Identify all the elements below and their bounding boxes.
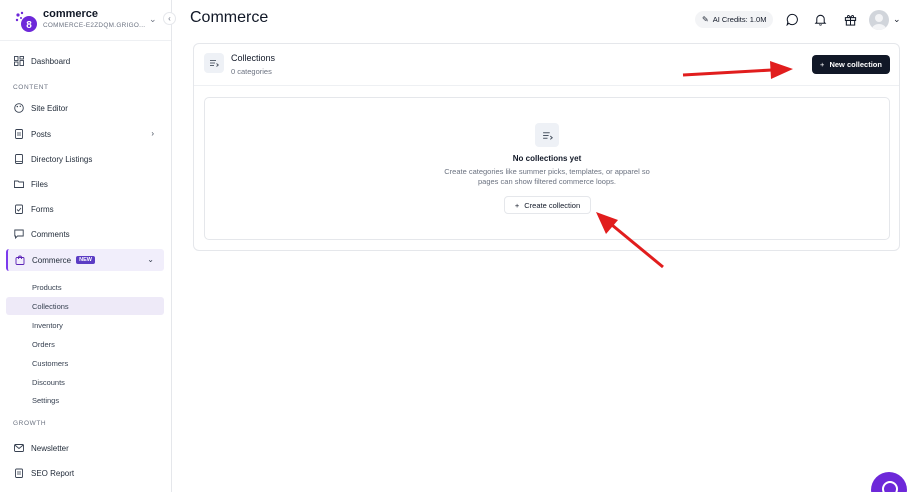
document-icon	[14, 129, 24, 139]
collections-panel: Collections 0 categories + New collectio…	[193, 43, 900, 251]
category-count: 0 categories	[231, 67, 272, 76]
sidebar-item-label: SEO Report	[31, 468, 75, 478]
support-chat-button[interactable]	[871, 472, 907, 492]
ai-credits-label: AI Credits: 1.0M	[712, 15, 767, 24]
sidebar-subitem-discounts[interactable]: Discounts	[6, 373, 164, 391]
section-label-growth: GROWTH	[13, 420, 47, 427]
book-icon	[14, 154, 24, 164]
sidebar-subitem-orders[interactable]: Orders	[6, 335, 164, 353]
sidebar-item-files[interactable]: Files	[6, 173, 164, 195]
mail-icon	[14, 443, 24, 453]
sidebar-item-label: Newsletter	[31, 443, 69, 453]
empty-state-title: No collections yet	[512, 154, 582, 163]
chevron-down-icon[interactable]: ⌄	[893, 14, 901, 25]
sidebar-subitem-customers[interactable]: Customers	[6, 354, 164, 372]
divider	[0, 40, 171, 41]
sidebar-item-label: Files	[31, 179, 48, 189]
new-badge: NEW	[76, 256, 95, 264]
sidebar-subitem-products[interactable]: Products	[6, 278, 164, 296]
sidebar-item-label: Posts	[31, 129, 52, 139]
bell-icon[interactable]	[812, 11, 828, 27]
report-icon	[14, 468, 24, 478]
brand-logo-icon: 8	[15, 11, 37, 32]
sidebar-item-label: Forms	[31, 204, 54, 214]
sidebar: 8 commerce COMMERCE-E2ZDQM.GRIGO... ⌄ ‹ …	[0, 0, 176, 492]
plus-icon: +	[820, 60, 825, 69]
magic-wand-icon: ✎	[702, 15, 709, 24]
list-icon	[535, 123, 559, 147]
chevron-down-icon: ⌄	[149, 14, 157, 24]
chat-icon[interactable]	[784, 11, 800, 27]
section-label-content: CONTENT	[13, 84, 49, 91]
list-icon	[204, 53, 224, 73]
sidebar-item-dashboard[interactable]: Dashboard	[6, 50, 164, 72]
sidebar-subitem-settings[interactable]: Settings	[6, 391, 164, 409]
create-collection-label: Create collection	[524, 200, 581, 210]
palette-icon	[14, 103, 24, 113]
sidebar-item-label: Commerce	[32, 255, 72, 265]
shopping-bag-icon	[15, 255, 25, 265]
empty-state: No collections yet Create categories lik…	[204, 97, 890, 240]
panel-header: Collections 0 categories + New collectio…	[194, 44, 899, 86]
create-collection-button[interactable]: + Create collection	[504, 196, 591, 214]
plus-icon: +	[514, 200, 520, 210]
sidebar-item-label: Directory Listings	[31, 154, 93, 164]
panel-title: Collections	[231, 53, 276, 63]
sidebar-item-seo-report[interactable]: SEO Report	[6, 462, 164, 484]
new-collection-button[interactable]: + New collection	[812, 55, 890, 74]
sidebar-item-posts[interactable]: Posts ›	[6, 123, 164, 145]
ai-credits-badge[interactable]: ✎ AI Credits: 1.0M	[695, 11, 774, 28]
avatar[interactable]	[869, 10, 889, 30]
dashboard-icon	[14, 56, 24, 66]
workspace-switcher[interactable]: 8 commerce COMMERCE-E2ZDQM.GRIGO... ⌄	[14, 8, 172, 34]
sidebar-item-commerce[interactable]: Commerce NEW ⌄	[6, 249, 164, 271]
chevron-down-icon: ⌄	[147, 255, 154, 264]
workspace-domain: COMMERCE-E2ZDQM.GRIGO...	[43, 22, 146, 29]
page-title: Commerce	[190, 9, 269, 26]
sidebar-item-site-editor[interactable]: Site Editor	[6, 97, 164, 119]
sidebar-item-label: Comments	[31, 229, 70, 239]
sidebar-item-directory-listings[interactable]: Directory Listings	[6, 148, 164, 170]
sidebar-item-newsletter[interactable]: Newsletter	[6, 437, 164, 459]
gift-icon[interactable]	[842, 11, 858, 27]
new-collection-label: New collection	[829, 60, 882, 69]
empty-state-description: Create categories like summer picks, tem…	[444, 167, 650, 186]
sidebar-subitem-inventory[interactable]: Inventory	[6, 316, 164, 334]
comment-icon	[14, 229, 24, 239]
sidebar-item-comments[interactable]: Comments	[6, 223, 164, 245]
svg-text:8: 8	[26, 20, 32, 31]
sidebar-subitem-collections[interactable]: Collections	[6, 297, 164, 315]
clipboard-check-icon	[14, 204, 24, 214]
sidebar-item-label: Dashboard	[31, 56, 71, 66]
sidebar-item-label: Site Editor	[31, 103, 68, 113]
collapse-sidebar-button[interactable]: ‹	[163, 12, 176, 25]
chevron-right-icon: ›	[151, 129, 154, 138]
sidebar-item-forms[interactable]: Forms	[6, 198, 164, 220]
folder-icon	[14, 179, 24, 189]
workspace-name: commerce	[43, 8, 99, 20]
